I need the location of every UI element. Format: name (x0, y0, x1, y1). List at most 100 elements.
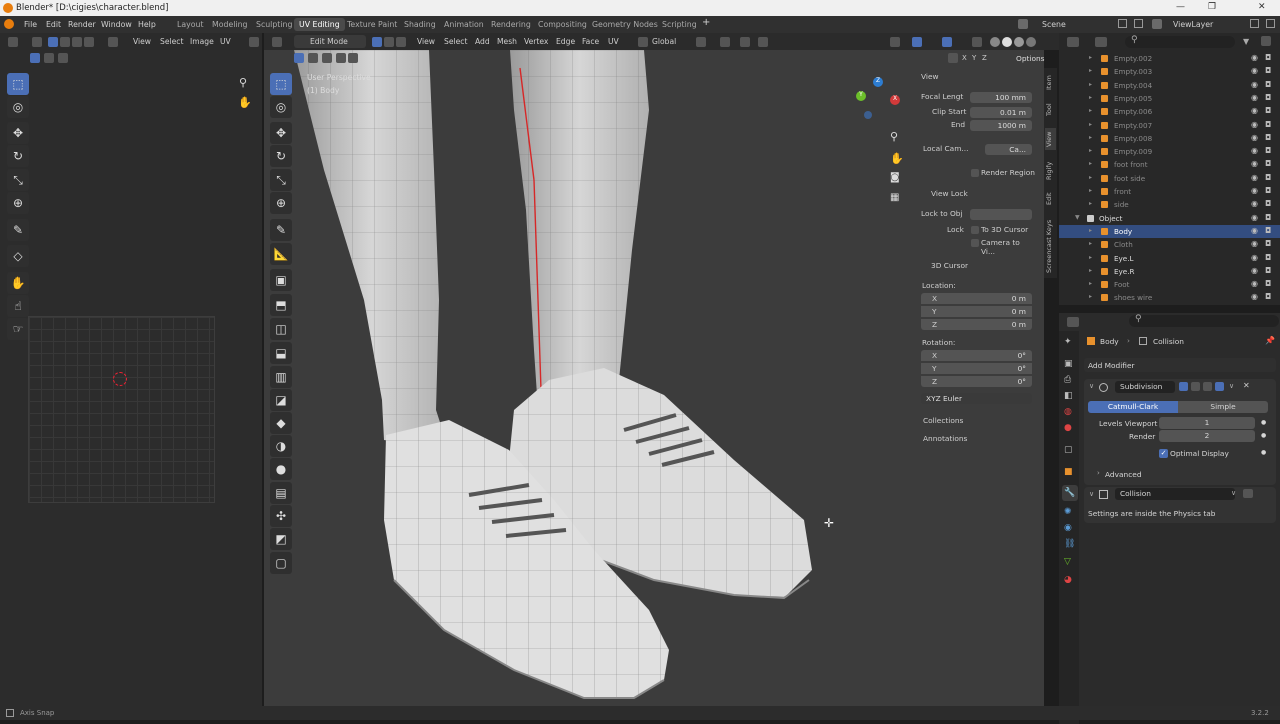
menu-edit[interactable]: Edit (46, 20, 61, 29)
display-mode-icon[interactable] (1095, 37, 1107, 47)
expand-arrow-icon[interactable]: ▸ (1089, 94, 1092, 101)
face-mode-icon[interactable] (396, 37, 406, 47)
cage-toggle-icon[interactable] (1191, 382, 1200, 391)
collision-menu-icon[interactable]: ∨ (1231, 489, 1236, 497)
view-layer-close-icon[interactable] (1266, 19, 1275, 28)
render-toggle-icon[interactable] (1215, 382, 1224, 391)
collision-name-field[interactable]: Collision (1115, 488, 1235, 500)
collections-panel-header[interactable]: Collections (923, 416, 963, 425)
render-levels-keyframe-icon[interactable]: ● (1261, 432, 1266, 439)
vp-zoom-icon[interactable]: ⚲ (890, 130, 898, 143)
visibility-eye-icon[interactable]: ◉ (1251, 173, 1258, 182)
add-cube-tool[interactable]: ▣ (270, 269, 292, 291)
outliner-row[interactable]: ▸ Empty.003 ◉ ◘ (1059, 65, 1280, 78)
transform-tool[interactable]: ⊕ (7, 192, 29, 214)
gizmo-neg-z[interactable] (864, 111, 872, 119)
annotations-panel-header[interactable]: Annotations (923, 434, 967, 443)
visibility-eye-icon[interactable]: ◉ (1251, 106, 1258, 115)
gizmo-z-axis[interactable]: Z (873, 77, 883, 87)
expand-arrow-icon[interactable]: ▸ (1089, 67, 1092, 74)
scene-tab-icon[interactable]: ◍ (1064, 407, 1072, 417)
vertex-mode-icon[interactable] (372, 37, 382, 47)
annotate-tool[interactable]: ✎ (7, 219, 29, 241)
outliner-row[interactable]: ▸ foot front ◉ ◘ (1059, 158, 1280, 171)
lock-to-object-field[interactable] (970, 209, 1032, 220)
render-camera-icon[interactable]: ◘ (1265, 159, 1271, 168)
new-collection-icon[interactable] (1261, 36, 1271, 46)
sticky-select-icon[interactable] (108, 37, 118, 47)
expand-arrow-icon[interactable]: ▸ (1089, 200, 1092, 207)
solid-shading-icon[interactable] (1002, 37, 1012, 47)
vp-menu-uv[interactable]: UV (608, 37, 619, 46)
tab-animation[interactable]: Animation (444, 20, 484, 29)
poly-build-tool[interactable]: ◆ (270, 412, 292, 434)
scene-new-icon[interactable] (1118, 19, 1127, 28)
vp-rotate-tool[interactable]: ↻ (270, 145, 292, 167)
tab-layout[interactable]: Layout (177, 20, 204, 29)
optimal-display-keyframe-icon[interactable]: ● (1261, 449, 1266, 456)
view-layer-selector[interactable]: ViewLayer (1173, 20, 1213, 29)
outliner-row[interactable]: ▸ Empty.005 ◉ ◘ (1059, 92, 1280, 105)
wireframe-shading-icon[interactable] (990, 37, 1000, 47)
viewport-editor-type-icon[interactable] (272, 37, 282, 47)
properties-search-input[interactable] (1129, 315, 1279, 327)
edge-slide-tool[interactable]: ▤ (270, 482, 292, 504)
tab-tool[interactable]: Tool (1045, 100, 1056, 120)
material-tab-icon[interactable]: ◕ (1064, 575, 1072, 585)
remove-modifier-icon[interactable]: ✕ (1243, 381, 1250, 390)
editor-type-icon[interactable] (8, 37, 18, 47)
overlay-toggle-icon[interactable] (942, 37, 952, 47)
render-camera-icon[interactable]: ◘ (1265, 93, 1271, 102)
modifier-tab-icon[interactable]: 🔧 (1062, 485, 1078, 501)
visibility-eye-icon[interactable]: ◉ (1251, 66, 1258, 75)
grab-tool[interactable]: ✋ (7, 272, 29, 294)
visibility-eye-icon[interactable]: ◉ (1251, 253, 1258, 262)
render-camera-icon[interactable]: ◘ (1265, 253, 1271, 262)
xray-icon[interactable] (972, 37, 982, 47)
view-layer-new-icon[interactable] (1250, 19, 1259, 28)
pinch-tool[interactable]: ☞ (7, 318, 29, 340)
outliner-row[interactable]: ▸ side ◉ ◘ (1059, 198, 1280, 211)
outliner-row[interactable]: ▸ Empty.009 ◉ ◘ (1059, 145, 1280, 158)
outliner-row[interactable]: ▸ Foot ◉ ◘ (1059, 278, 1280, 291)
local-camera-field[interactable]: Ca... (985, 144, 1032, 155)
edge-select-icon[interactable] (60, 37, 70, 47)
cursor-tool[interactable]: ◎ (7, 96, 29, 118)
expand-arrow-icon[interactable]: ▸ (1089, 147, 1092, 154)
outliner-editor-type-icon[interactable] (1067, 37, 1079, 47)
outliner-row[interactable]: ▸ front ◉ ◘ (1059, 185, 1280, 198)
tab-view[interactable]: View (1045, 128, 1056, 150)
rendered-shading-icon[interactable] (1026, 37, 1036, 47)
add-workspace-button[interactable]: + (702, 17, 710, 28)
pivot-icon[interactable] (249, 37, 259, 47)
tool-tab-icon[interactable]: ✦ (1064, 337, 1072, 347)
tab-sculpting[interactable]: Sculpting (256, 20, 292, 29)
orientation-icon[interactable] (638, 37, 648, 47)
collision-settings-icon[interactable] (1243, 489, 1253, 498)
outliner-row[interactable]: ▸ Cloth ◉ ◘ (1059, 238, 1280, 251)
cursor-location-y[interactable]: 0 m (921, 306, 1032, 317)
view-layer-tab-icon[interactable]: ◧ (1064, 391, 1073, 401)
material-shading-icon[interactable] (1014, 37, 1024, 47)
expand-arrow-icon[interactable]: ▸ (1089, 174, 1092, 181)
visibility-eye-icon[interactable]: ◉ (1251, 159, 1258, 168)
clip-start-field[interactable]: 0.01 m (970, 107, 1032, 118)
scene-icon[interactable] (1018, 19, 1028, 29)
close-button[interactable]: ✕ (1258, 2, 1266, 12)
vp-select-new-icon[interactable] (294, 53, 304, 63)
outliner-row[interactable]: ▸ Empty.004 ◉ ◘ (1059, 79, 1280, 92)
outliner-row[interactable]: ▸ Empty.008 ◉ ◘ (1059, 132, 1280, 145)
expand-arrow-icon[interactable]: ▸ (1089, 240, 1092, 247)
vertex-select-icon[interactable] (48, 37, 58, 47)
uv-menu-select[interactable]: Select (160, 37, 183, 46)
render-camera-icon[interactable]: ◘ (1265, 106, 1271, 115)
outliner-row[interactable]: ▸ Eye.R ◉ ◘ (1059, 265, 1280, 278)
rotation-mode-dropdown[interactable]: XYZ Euler (921, 393, 1032, 404)
mirror-y-toggle[interactable]: Y (972, 54, 976, 62)
expand-arrow-icon[interactable]: ▸ (1089, 227, 1092, 234)
levels-viewport-field[interactable]: 1 (1159, 417, 1255, 429)
menu-window[interactable]: Window (101, 20, 132, 29)
clip-end-field[interactable]: 1000 m (970, 120, 1032, 131)
viewport-toggle-icon[interactable] (1203, 382, 1212, 391)
vp-annotate-tool[interactable]: ✎ (270, 219, 292, 241)
